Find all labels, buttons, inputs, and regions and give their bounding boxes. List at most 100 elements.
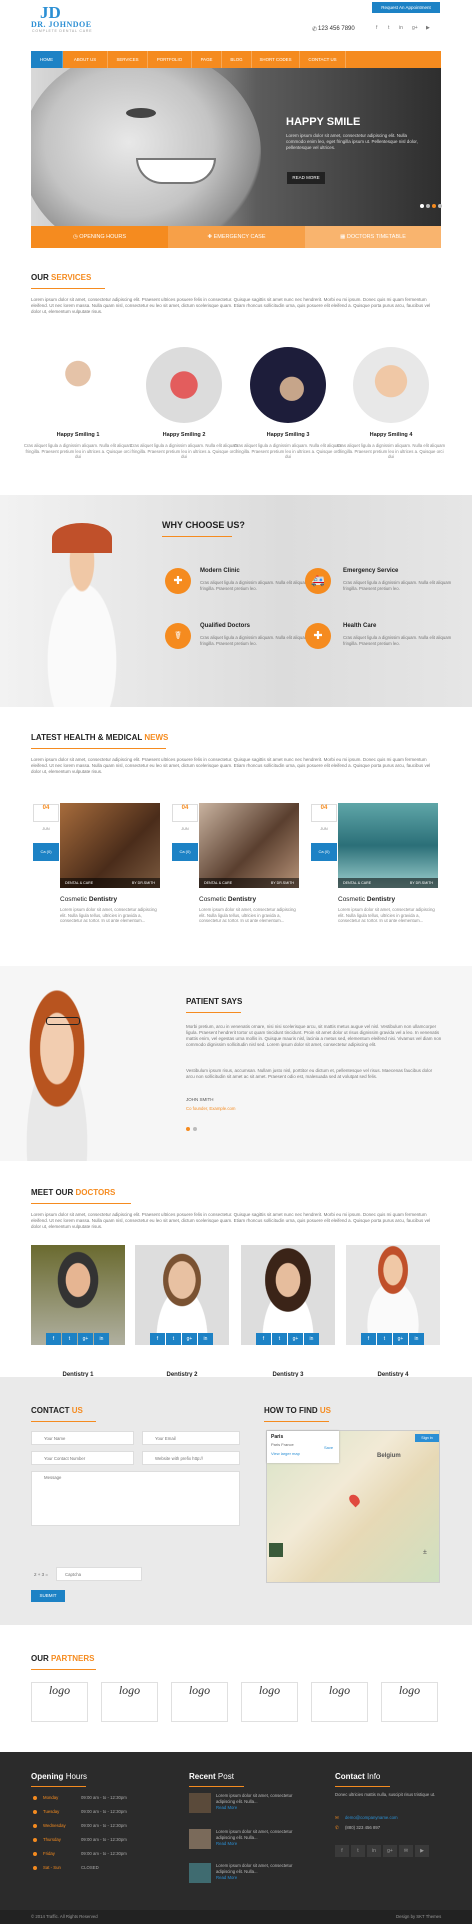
- service-image[interactable]: [40, 347, 116, 423]
- news-title[interactable]: Cosmetic Dentistry: [338, 896, 395, 903]
- tab-doctors-timetable[interactable]: ▦ DOCTORS TIMETABLE: [305, 226, 441, 248]
- post-thumbnail[interactable]: [189, 1793, 211, 1813]
- service-name[interactable]: Happy Smiling 1: [23, 432, 133, 438]
- testimonial-dot[interactable]: [193, 1127, 197, 1131]
- twitter-icon[interactable]: t: [62, 1333, 77, 1345]
- website-input[interactable]: [142, 1451, 240, 1465]
- post-read-more[interactable]: Read More: [216, 1875, 237, 1880]
- partner-logo[interactable]: logo: [241, 1682, 298, 1722]
- doctor-card[interactable]: f t g+ in: [241, 1245, 335, 1345]
- googleplus-icon[interactable]: g+: [383, 1845, 397, 1857]
- name-input[interactable]: [31, 1431, 134, 1445]
- googleplus-icon[interactable]: g+: [182, 1333, 197, 1345]
- doctor-card[interactable]: f t g+ in: [346, 1245, 440, 1345]
- slider-dot[interactable]: [426, 204, 430, 208]
- linkedin-icon[interactable]: in: [304, 1333, 319, 1345]
- submit-button[interactable]: SUBMIT: [31, 1590, 65, 1602]
- doctor-card[interactable]: f t g+ in: [31, 1245, 125, 1345]
- zoom-icon[interactable]: ±: [423, 1549, 427, 1556]
- facebook-icon[interactable]: f: [335, 1845, 349, 1857]
- footer-email[interactable]: demo@companyname.com: [345, 1815, 398, 1820]
- twitter-icon[interactable]: t: [388, 25, 389, 31]
- contact-number-input[interactable]: [31, 1451, 134, 1465]
- title-plain: Cosmetic: [199, 896, 227, 903]
- map-pin-icon[interactable]: [347, 1492, 362, 1508]
- mail-icon[interactable]: ✉: [399, 1845, 413, 1857]
- nav-page[interactable]: PAGE: [192, 51, 222, 68]
- tab-opening-hours[interactable]: ◷ OPENING HOURS: [31, 226, 168, 248]
- google-map[interactable]: Paris Paris France View larger map Save …: [266, 1430, 440, 1583]
- captcha-input[interactable]: [56, 1567, 142, 1581]
- news-comments[interactable]: Ca (0): [33, 843, 59, 861]
- nav-portfolio[interactable]: PORTFOLIO: [148, 51, 192, 68]
- slider-dot[interactable]: [420, 204, 424, 208]
- linkedin-icon[interactable]: in: [409, 1333, 424, 1345]
- googleplus-icon[interactable]: g+: [288, 1333, 303, 1345]
- twitter-icon[interactable]: t: [272, 1333, 287, 1345]
- youtube-icon[interactable]: ▶: [426, 25, 430, 31]
- map-save[interactable]: Save: [324, 1445, 333, 1450]
- twitter-icon[interactable]: t: [351, 1845, 365, 1857]
- nav-about[interactable]: ABOUT US: [63, 51, 108, 68]
- design-credit[interactable]: Design by SKT Themes: [396, 1914, 441, 1919]
- news-title[interactable]: Cosmetic Dentistry: [60, 896, 117, 903]
- service-name[interactable]: Happy Smiling 3: [233, 432, 343, 438]
- recent-post[interactable]: Lorem ipsum dolor sit amet, consectetur …: [189, 1863, 309, 1891]
- facebook-icon[interactable]: f: [361, 1333, 376, 1345]
- post-read-more[interactable]: Read More: [216, 1805, 237, 1810]
- service-image[interactable]: [146, 347, 222, 423]
- news-comments[interactable]: Ca (0): [172, 843, 198, 861]
- slider-dot[interactable]: [438, 204, 442, 208]
- googleplus-icon[interactable]: g+: [78, 1333, 93, 1345]
- news-comments[interactable]: Ca (0): [311, 843, 337, 861]
- linkedin-icon[interactable]: in: [399, 25, 403, 31]
- youtube-icon[interactable]: ▶: [415, 1845, 429, 1857]
- hero-read-more-button[interactable]: READ MORE: [287, 172, 325, 184]
- facebook-icon[interactable]: f: [256, 1333, 271, 1345]
- service-image[interactable]: [250, 347, 326, 423]
- tab-emergency-case[interactable]: ✚ EMERGENCY CASE: [168, 226, 305, 248]
- linkedin-icon[interactable]: in: [94, 1333, 109, 1345]
- facebook-icon[interactable]: f: [46, 1333, 61, 1345]
- recent-post[interactable]: Lorem ipsum dolor sit amet, consectetur …: [189, 1793, 309, 1821]
- map-larger-link[interactable]: View larger map: [271, 1451, 300, 1456]
- partner-logo[interactable]: logo: [171, 1682, 228, 1722]
- nav-contact[interactable]: CONTACT US: [300, 51, 346, 68]
- slider-dot[interactable]: [432, 204, 436, 208]
- partner-logo[interactable]: logo: [311, 1682, 368, 1722]
- googleplus-icon[interactable]: g+: [412, 25, 418, 31]
- email-input[interactable]: [142, 1431, 240, 1445]
- map-signin[interactable]: Sign in: [415, 1434, 439, 1442]
- service-name[interactable]: Happy Smiling 4: [336, 432, 446, 438]
- facebook-icon[interactable]: f: [150, 1333, 165, 1345]
- recent-post[interactable]: Lorem ipsum dolor sit amet, consectetur …: [189, 1829, 309, 1857]
- nav-short-codes[interactable]: SHORT CODES: [252, 51, 300, 68]
- nav-blog[interactable]: BLOG: [222, 51, 252, 68]
- nav-home[interactable]: HOME: [31, 51, 63, 68]
- news-image[interactable]: [338, 803, 438, 888]
- message-textarea[interactable]: [31, 1471, 240, 1526]
- news-title[interactable]: Cosmetic Dentistry: [199, 896, 256, 903]
- googleplus-icon[interactable]: g+: [393, 1333, 408, 1345]
- service-image[interactable]: [353, 347, 429, 423]
- partner-logo[interactable]: logo: [101, 1682, 158, 1722]
- news-image[interactable]: [60, 803, 160, 888]
- testimonial-dot[interactable]: [186, 1127, 190, 1131]
- partner-logo[interactable]: logo: [381, 1682, 438, 1722]
- doctor-card[interactable]: f t g+ in: [135, 1245, 229, 1345]
- patient-author-sub[interactable]: Co founder, Example.com: [186, 1106, 235, 1111]
- linkedin-icon[interactable]: in: [198, 1333, 213, 1345]
- partner-logo[interactable]: logo: [31, 1682, 88, 1722]
- twitter-icon[interactable]: t: [377, 1333, 392, 1345]
- linkedin-icon[interactable]: in: [367, 1845, 381, 1857]
- news-image[interactable]: [199, 803, 299, 888]
- nav-services[interactable]: SERVICES: [108, 51, 148, 68]
- map-satellite-toggle[interactable]: [269, 1543, 283, 1557]
- facebook-icon[interactable]: f: [376, 25, 377, 31]
- post-thumbnail[interactable]: [189, 1829, 211, 1849]
- service-name[interactable]: Happy Smiling 2: [129, 432, 239, 438]
- twitter-icon[interactable]: t: [166, 1333, 181, 1345]
- post-read-more[interactable]: Read More: [216, 1841, 237, 1846]
- post-thumbnail[interactable]: [189, 1863, 211, 1883]
- request-appointment-button[interactable]: Request An Appointment: [372, 2, 440, 13]
